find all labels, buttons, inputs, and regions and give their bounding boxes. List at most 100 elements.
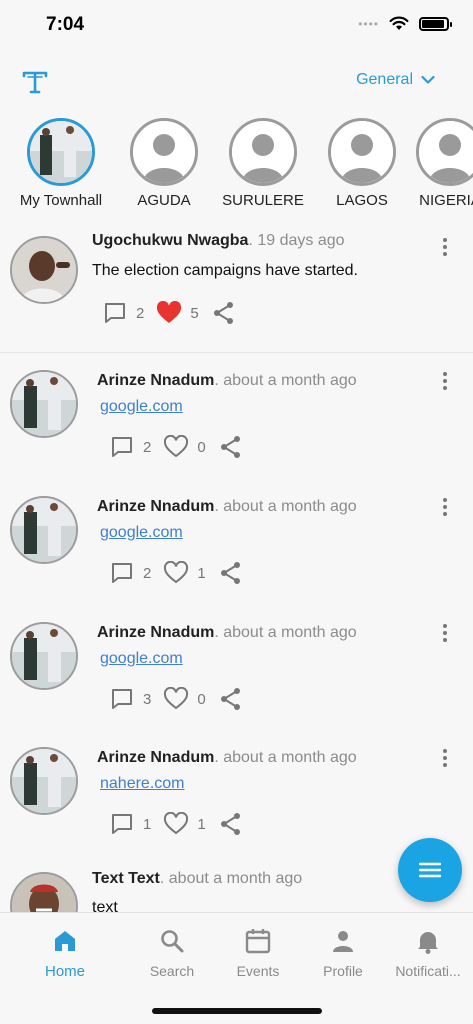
- divider: [0, 352, 473, 353]
- comment-count: 2: [143, 564, 152, 582]
- like-outline-icon[interactable]: [163, 686, 189, 712]
- more-options-icon[interactable]: [439, 622, 451, 644]
- like-count: 0: [197, 438, 206, 456]
- author-avatar[interactable]: [10, 370, 78, 438]
- like-outline-icon[interactable]: [163, 434, 189, 460]
- post-actions: 2 0: [109, 434, 244, 460]
- profile-photo-icon: [12, 874, 76, 912]
- post-text: The election campaigns have started.: [92, 262, 358, 279]
- post-author[interactable]: Arinze Nnadum: [97, 749, 214, 766]
- story-label: NIGERIA: [419, 192, 473, 209]
- like-outline-icon[interactable]: [163, 811, 189, 837]
- home-icon: [55, 931, 75, 951]
- profile-photo-icon: [12, 624, 76, 688]
- comment-count: 3: [143, 690, 152, 708]
- comment-count: 2: [143, 438, 152, 456]
- battery-icon: [419, 16, 452, 31]
- comment-icon[interactable]: [109, 686, 135, 712]
- default-avatar: [130, 118, 198, 186]
- nav-profile[interactable]: Profile: [298, 927, 388, 979]
- post-timestamp: . about a month ago: [214, 749, 357, 766]
- default-avatar: [229, 118, 297, 186]
- post-link[interactable]: nahere.com: [100, 775, 185, 793]
- post-text: text: [92, 899, 118, 912]
- story-lagos[interactable]: LAGOS: [312, 114, 412, 209]
- person-silhouette-icon: [331, 121, 393, 183]
- comment-icon[interactable]: [109, 811, 135, 837]
- townhall-logo-icon[interactable]: [20, 67, 50, 97]
- profile-photo-icon: [12, 238, 76, 302]
- share-icon[interactable]: [218, 686, 244, 712]
- comment-icon[interactable]: [109, 434, 135, 460]
- more-options-icon[interactable]: [439, 370, 451, 392]
- post-link[interactable]: google.com: [100, 524, 183, 542]
- app-header: General: [0, 55, 473, 109]
- like-count: 1: [197, 815, 206, 833]
- post-author[interactable]: Text Text: [92, 870, 160, 887]
- story-label: LAGOS: [336, 192, 388, 209]
- nav-events[interactable]: Events: [213, 927, 303, 979]
- author-avatar[interactable]: [10, 747, 78, 815]
- post-link[interactable]: google.com: [100, 650, 183, 668]
- post-header: Arinze Nnadum. about a month ago: [97, 372, 357, 390]
- post-actions: 2 5: [102, 300, 237, 326]
- compose-menu-button[interactable]: [398, 838, 462, 902]
- post-actions: 3 0: [109, 686, 244, 712]
- profile-photo-icon: [12, 749, 76, 813]
- townhall-selector[interactable]: My Townhall AGUDA SURULERE LAGOS NIGERI: [0, 114, 473, 214]
- status-bar: 7:04 ••••: [0, 0, 473, 52]
- comment-icon[interactable]: [102, 300, 128, 326]
- status-time: 7:04: [46, 14, 85, 35]
- photo-thumbnail-icon: [30, 121, 92, 183]
- default-avatar: [416, 118, 473, 186]
- post-author[interactable]: Arinze Nnadum: [97, 498, 214, 515]
- like-count: 0: [197, 690, 206, 708]
- post-author[interactable]: Arinze Nnadum: [97, 372, 214, 389]
- wifi-icon: [389, 16, 409, 30]
- author-avatar[interactable]: [10, 236, 78, 304]
- post-author[interactable]: Ugochukwu Nwagba: [92, 232, 248, 249]
- like-outline-icon[interactable]: [163, 560, 189, 586]
- nav-home[interactable]: Home: [20, 927, 110, 980]
- calendar-icon: [245, 929, 271, 954]
- share-icon[interactable]: [211, 300, 237, 326]
- nav-label: Home: [44, 963, 85, 980]
- post-link[interactable]: google.com: [100, 398, 183, 416]
- share-icon[interactable]: [218, 560, 244, 586]
- nav-notifications[interactable]: Notificati...: [383, 927, 473, 979]
- author-avatar[interactable]: [10, 622, 78, 690]
- share-icon[interactable]: [218, 811, 244, 837]
- post-author[interactable]: Arinze Nnadum: [97, 624, 214, 641]
- post-actions: 1 1: [109, 811, 244, 837]
- bell-icon: [418, 932, 438, 954]
- nav-search[interactable]: Search: [127, 927, 217, 979]
- comment-icon[interactable]: [109, 560, 135, 586]
- story-my-townhall[interactable]: My Townhall: [11, 114, 111, 209]
- chevron-down-icon: [421, 75, 435, 84]
- channel-dropdown[interactable]: General: [356, 71, 435, 89]
- more-options-icon[interactable]: [439, 496, 451, 518]
- share-icon[interactable]: [218, 434, 244, 460]
- post-header: Arinze Nnadum. about a month ago: [97, 624, 357, 642]
- nav-label: Profile: [323, 963, 363, 979]
- post-timestamp: . about a month ago: [214, 498, 357, 515]
- post-header: Arinze Nnadum. about a month ago: [97, 498, 357, 516]
- profile-photo-icon: [12, 498, 76, 562]
- story-surulere[interactable]: SURULERE: [213, 114, 313, 209]
- like-filled-icon[interactable]: [156, 300, 182, 326]
- comment-count: 2: [136, 304, 145, 322]
- more-options-icon[interactable]: [439, 236, 451, 258]
- post-timestamp: . 19 days ago: [248, 232, 345, 249]
- post-feed[interactable]: Ugochukwu Nwagba. 19 days ago The electi…: [0, 222, 473, 912]
- nav-label: Notificati...: [395, 963, 461, 979]
- channel-label: General: [356, 71, 413, 88]
- author-avatar[interactable]: [10, 496, 78, 564]
- search-icon: [161, 930, 184, 953]
- more-options-icon[interactable]: [439, 747, 451, 769]
- story-aguda[interactable]: AGUDA: [114, 114, 214, 209]
- post-timestamp: . about a month ago: [214, 372, 357, 389]
- author-avatar[interactable]: [10, 872, 78, 912]
- post-timestamp: . about a month ago: [214, 624, 357, 641]
- story-nigeria[interactable]: NIGERIA: [400, 114, 473, 209]
- cellular-signal-icon: ••••: [358, 16, 379, 31]
